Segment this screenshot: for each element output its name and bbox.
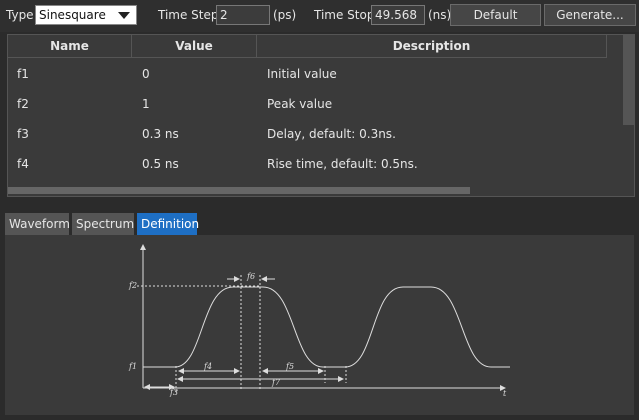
timestep-unit: (ps) (273, 8, 297, 22)
cell-value[interactable]: 0.3 ns (142, 119, 179, 149)
cell-name: f1 (17, 67, 29, 81)
toolbar: Type: Sinesquare Time Step: 2 (ps) Time … (0, 0, 639, 32)
label-f4: f4 (203, 362, 212, 371)
sinesquare-waveform (143, 286, 510, 368)
label-f2: f2 (128, 281, 137, 290)
reference-lines (137, 275, 347, 393)
timestop-value: 49.568 (375, 8, 417, 22)
cell-description: Initial value (267, 67, 337, 81)
chevron-down-icon (118, 12, 130, 19)
definition-panel: f2 f1 f6 f4 f5 f7 f3 t (5, 235, 634, 415)
cell-description: Delay, default: 0.3ns. (267, 127, 396, 141)
timestep-value: 2 (220, 8, 228, 22)
horizontal-scrollbar[interactable] (8, 187, 470, 194)
tab-spectrum[interactable]: Spectrum (72, 213, 134, 235)
timestep-input[interactable]: 2 (216, 5, 270, 25)
table-row[interactable]: f3 0.3 ns Delay, default: 0.3ns. (8, 119, 608, 149)
generate-button[interactable]: Generate... (544, 4, 636, 26)
table-row[interactable]: f4 0.5 ns Rise time, default: 0.5ns. (8, 149, 608, 179)
label-t: t (503, 389, 507, 398)
label-f5: f5 (285, 362, 294, 371)
cell-name: f4 (17, 157, 29, 171)
cell-description: Peak value (267, 97, 333, 111)
vertical-scrollbar[interactable] (623, 35, 634, 125)
timestop-label: Time Stop: (314, 8, 379, 22)
default-button[interactable]: Default (450, 4, 541, 26)
cell-name: f3 (17, 127, 29, 141)
table-row[interactable]: f1 0 Initial value (8, 59, 608, 89)
cell-value[interactable]: 0.5 ns (142, 149, 179, 179)
label-f7: f7 (271, 378, 281, 387)
cell-description: Rise time, default: 0.5ns. (267, 157, 418, 171)
timestop-input[interactable]: 49.568 (371, 5, 425, 25)
table-header: Name Value Description (8, 35, 607, 58)
column-header-value[interactable]: Value (132, 35, 257, 57)
tab-waveform[interactable]: Waveform (5, 213, 70, 235)
tab-definition[interactable]: Definition (137, 213, 199, 235)
column-header-description[interactable]: Description (257, 35, 607, 57)
type-select[interactable]: Sinesquare (35, 5, 137, 25)
parameter-table: Name Value Description f1 0 Initial valu… (7, 34, 635, 197)
type-label: Type: (6, 8, 38, 22)
column-header-name[interactable]: Name (8, 35, 132, 57)
cell-value[interactable]: 1 (142, 89, 150, 119)
label-f1: f1 (128, 362, 137, 371)
label-f3: f3 (169, 388, 178, 397)
type-select-value: Sinesquare (39, 8, 106, 22)
cell-value[interactable]: 0 (142, 59, 150, 89)
cell-name: f2 (17, 97, 29, 111)
table-row[interactable]: f2 1 Peak value (8, 89, 608, 119)
timestop-unit: (ns) (428, 8, 452, 22)
label-f6: f6 (246, 272, 255, 281)
waveform-definition-diagram: f2 f1 f6 f4 f5 f7 f3 t (128, 244, 510, 398)
timestep-label: Time Step: (158, 8, 223, 22)
